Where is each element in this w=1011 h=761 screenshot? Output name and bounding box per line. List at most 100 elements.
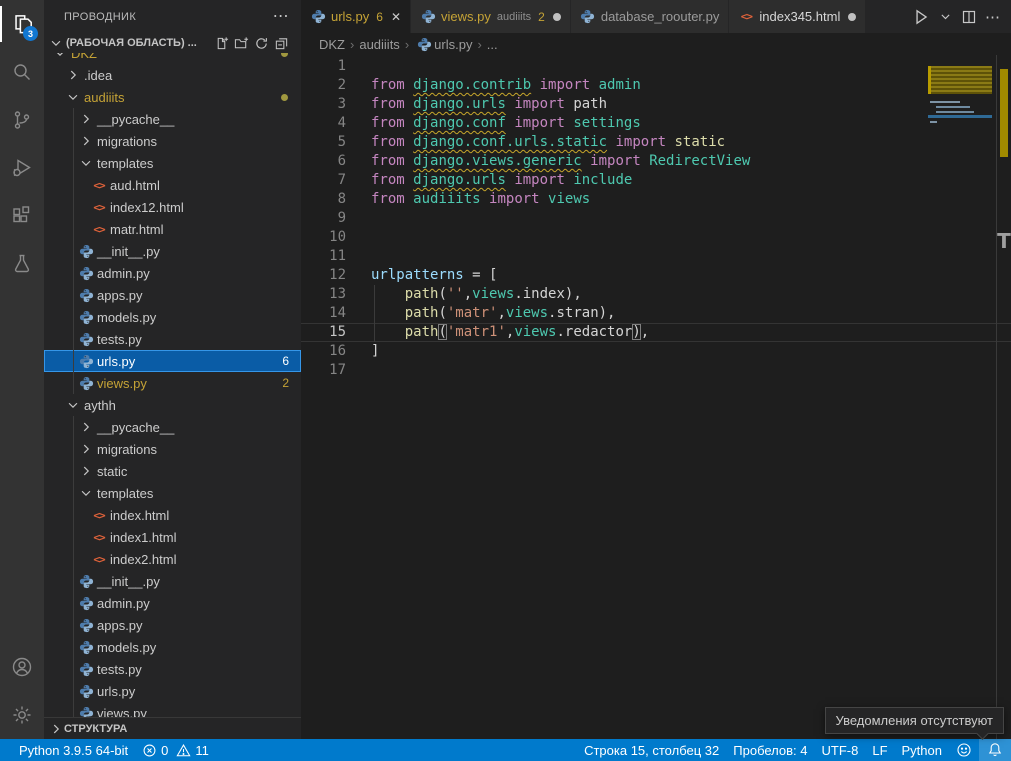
breadcrumb-item[interactable]: audiiits	[359, 37, 399, 52]
tree-file-index2.html[interactable]: <>index2.html	[44, 548, 301, 570]
code-line[interactable]: 17	[301, 361, 1011, 380]
tree-file-apps.py[interactable]: apps.py	[44, 614, 301, 636]
tree-file-views.py[interactable]: views.py	[44, 702, 301, 717]
more-actions-icon[interactable]: ⋯	[273, 12, 289, 22]
split-editor-icon[interactable]	[957, 5, 981, 29]
breadcrumb-item[interactable]: DKZ	[319, 37, 345, 52]
indentation-status[interactable]: Пробелов: 4	[726, 739, 814, 761]
tree-file-matr.html[interactable]: <>matr.html	[44, 218, 301, 240]
tree-file-__init__.py[interactable]: __init__.py	[44, 240, 301, 262]
problems-status[interactable]: 0 11	[135, 743, 216, 758]
outline-section-header[interactable]: СТРУКТУРА	[44, 717, 301, 739]
minimap[interactable]	[928, 55, 996, 255]
tree-file-index.html[interactable]: <>index.html	[44, 504, 301, 526]
workspace-section-header[interactable]: (РАБОЧАЯ ОБЛАСТЬ) ...	[44, 33, 301, 53]
file-tree: DKZ.ideaaudiiits__pycache__migrationstem…	[44, 53, 301, 717]
tree-file-apps.py[interactable]: apps.py	[44, 284, 301, 306]
account-icon[interactable]	[0, 643, 44, 691]
code-line[interactable]: 11	[301, 247, 1011, 266]
tree-folder-audiiits[interactable]: audiiits	[44, 86, 301, 108]
new-file-icon[interactable]	[211, 34, 231, 52]
tree-file-index1.html[interactable]: <>index1.html	[44, 526, 301, 548]
breadcrumb-item[interactable]: ...	[487, 37, 498, 52]
close-icon[interactable]: ✕	[391, 10, 401, 24]
extensions-icon[interactable]	[0, 192, 44, 240]
tree-folder-.idea[interactable]: .idea	[44, 64, 301, 86]
python-interpreter-status[interactable]: Python 3.9.5 64-bit	[12, 743, 135, 758]
explorer-header: ПРОВОДНИК ⋯	[44, 0, 301, 33]
problems-badge: 6	[282, 354, 289, 368]
breadcrumb-item[interactable]: urls.py	[434, 37, 472, 52]
tree-file-urls.py[interactable]: urls.py	[44, 680, 301, 702]
tree-folder-migrations[interactable]: migrations	[44, 130, 301, 152]
tab-urls.py[interactable]: urls.py6✕	[301, 0, 411, 33]
html-file-icon: <>	[91, 177, 107, 193]
tree-folder-DKZ[interactable]: DKZ	[44, 53, 301, 64]
code-text: from django.conf.urls.static import stat…	[346, 133, 725, 152]
tree-file-admin.py[interactable]: admin.py	[44, 592, 301, 614]
notifications-bell-icon[interactable]	[979, 739, 1011, 761]
tree-folder-__pycache__[interactable]: __pycache__	[44, 416, 301, 438]
code-line[interactable]: 3from django.urls import path	[301, 95, 1011, 114]
code-line[interactable]: 2from django.contrib import admin	[301, 76, 1011, 95]
tree-file-views.py[interactable]: views.py2	[44, 372, 301, 394]
tree-file-models.py[interactable]: models.py	[44, 636, 301, 658]
tree-folder-__pycache__[interactable]: __pycache__	[44, 108, 301, 130]
collapse-all-icon[interactable]	[271, 34, 291, 52]
search-icon[interactable]	[0, 48, 44, 96]
tree-file-index12.html[interactable]: <>index12.html	[44, 196, 301, 218]
code-line[interactable]: 6from django.views.generic import Redire…	[301, 152, 1011, 171]
eol-status[interactable]: LF	[865, 739, 894, 761]
code-line[interactable]: 15 path('matr1',views.redactor),	[301, 323, 1011, 342]
line-number: 6	[301, 152, 346, 171]
code-line[interactable]: 12urlpatterns = [	[301, 266, 1011, 285]
tree-file-admin.py[interactable]: admin.py	[44, 262, 301, 284]
tree-item-label: admin.py	[97, 596, 150, 611]
tree-file-tests.py[interactable]: tests.py	[44, 658, 301, 680]
settings-gear-icon[interactable]	[0, 691, 44, 739]
tab-database_roouter.py[interactable]: database_roouter.py	[571, 0, 730, 33]
more-editor-actions-icon[interactable]: ⋯	[981, 5, 1005, 29]
tree-file-models.py[interactable]: models.py	[44, 306, 301, 328]
tab-index345.html[interactable]: <>index345.html	[729, 0, 866, 33]
tree-folder-migrations[interactable]: migrations	[44, 438, 301, 460]
tree-file-urls.py[interactable]: urls.py6	[44, 350, 301, 372]
code-line[interactable]: 1	[301, 57, 1011, 76]
tree-file-__init__.py[interactable]: __init__.py	[44, 570, 301, 592]
code-line[interactable]: 4from django.conf import settings	[301, 114, 1011, 133]
line-number: 17	[301, 361, 346, 380]
code-text: path('matr1',views.redactor),	[346, 323, 649, 342]
code-line[interactable]: 10	[301, 228, 1011, 247]
tree-file-aud.html[interactable]: <>aud.html	[44, 174, 301, 196]
cursor-position-status[interactable]: Строка 15, столбец 32	[577, 739, 726, 761]
source-control-icon[interactable]	[0, 96, 44, 144]
code-text: from audiiits import views	[346, 190, 590, 209]
testing-icon[interactable]	[0, 240, 44, 288]
run-file-icon[interactable]	[909, 5, 933, 29]
run-dropdown-chevron-icon[interactable]	[933, 5, 957, 29]
code-line[interactable]: 16]	[301, 342, 1011, 361]
tree-folder-templates[interactable]: templates	[44, 152, 301, 174]
tree-folder-static[interactable]: static	[44, 460, 301, 482]
chevron-right-icon	[78, 463, 94, 479]
code-line[interactable]: 8from audiiits import views	[301, 190, 1011, 209]
tree-folder-templates[interactable]: templates	[44, 482, 301, 504]
run-debug-icon[interactable]	[0, 144, 44, 192]
tree-file-tests.py[interactable]: tests.py	[44, 328, 301, 350]
language-mode-status[interactable]: Python	[895, 739, 949, 761]
feedback-icon[interactable]	[949, 739, 979, 761]
chevron-separator-icon: ›	[477, 37, 481, 52]
code-line[interactable]: 7from django.urls import include	[301, 171, 1011, 190]
tab-views.py[interactable]: views.pyaudiiits2	[411, 0, 571, 33]
code-line[interactable]: 9	[301, 209, 1011, 228]
refresh-icon[interactable]	[251, 34, 271, 52]
code-line[interactable]: 14 path('matr',views.stran),	[301, 304, 1011, 323]
tree-folder-aythh[interactable]: aythh	[44, 394, 301, 416]
activity-bar: 3	[0, 0, 44, 739]
new-folder-icon[interactable]	[231, 34, 251, 52]
encoding-status[interactable]: UTF-8	[815, 739, 866, 761]
code-line[interactable]: 13 path('',views.index),	[301, 285, 1011, 304]
code-line[interactable]: 5from django.conf.urls.static import sta…	[301, 133, 1011, 152]
explorer-icon[interactable]: 3	[0, 0, 44, 48]
code-editor[interactable]: 12from django.contrib import admin3from …	[301, 55, 1011, 739]
